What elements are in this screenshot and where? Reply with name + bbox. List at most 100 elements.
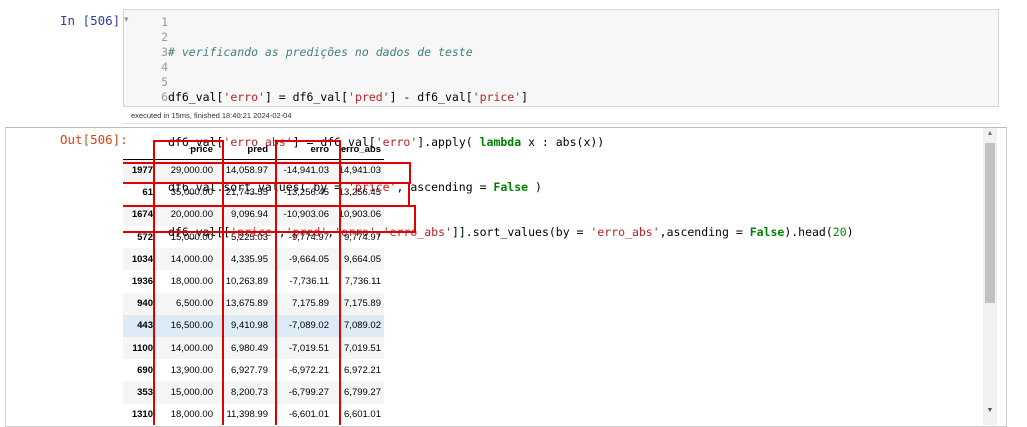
- cell-price: 18,000.00: [170, 276, 213, 288]
- cell-price: 14,000.00: [170, 342, 213, 354]
- cell-erro: -7,089.02: [288, 320, 329, 332]
- cell-price: 18,000.00: [170, 409, 213, 421]
- row-index: 690: [137, 364, 153, 376]
- table-row: 1977 29,000.00 14,058.97 -14,941.03 14,941.0…: [123, 159, 384, 182]
- code-string: 'erro': [223, 90, 265, 104]
- row-index: 61: [142, 187, 153, 199]
- output-scrollbar[interactable]: ▲ ▼: [983, 128, 997, 425]
- table-body: 1977 29,000.00 14,058.97 -14,941.03 14,941.0…: [123, 159, 384, 426]
- column-header-erro-abs: erro_abs: [332, 140, 384, 160]
- scroll-down-arrow-icon[interactable]: ▼: [983, 407, 997, 414]
- collapse-arrow-icon[interactable]: ▾: [124, 14, 129, 25]
- cell-pred: 11,398.99: [226, 409, 268, 421]
- cell-pred: 14,058.97: [225, 165, 268, 177]
- table-row: 443 16,500.00 9,410.98 -7,089.02 7,089.02: [123, 314, 384, 337]
- cell-erro: -14,941.03: [283, 165, 329, 177]
- column-header-price: price: [156, 140, 216, 160]
- execution-info: executed in 15ms, finished 18:40:21 2024…: [131, 111, 292, 120]
- cell-erro-abs: 6,799.27: [344, 386, 381, 398]
- row-index: 1100: [132, 342, 153, 354]
- cell-price: 14,000.00: [170, 253, 213, 265]
- table-row: 61 35,000.00 21,743.55 -13,256.45 13,256.45: [123, 182, 384, 204]
- cell-erro-abs: 7,736.11: [344, 276, 381, 288]
- cell-pred: 13,675.89: [225, 298, 268, 310]
- cell-erro: -6,972.21: [288, 364, 329, 376]
- cell-pred: 21,743.55: [225, 187, 268, 199]
- cell-price: 16,500.00: [170, 320, 213, 332]
- cell-erro-abs: 14,941.03: [338, 165, 381, 177]
- table-row: 690 13,900.00 6,927.79 -6,972.21 6,972.21: [123, 359, 384, 381]
- scrollbar-thumb[interactable]: [985, 143, 995, 303]
- row-index: 1310: [131, 409, 153, 421]
- line-number: 4: [161, 60, 168, 74]
- cell-erro-abs: 6,601.01: [344, 409, 381, 421]
- table-row: 940 6,500.00 13,675.89 7,175.89 7,175.89: [123, 292, 384, 315]
- code-token: ] = df6_val[: [264, 90, 349, 104]
- line-number: 2: [161, 30, 168, 44]
- cell-pred: 5,225.03: [231, 231, 268, 243]
- cell-erro: -6,799.27: [288, 386, 329, 398]
- input-prompt: In [506]:: [60, 13, 128, 28]
- table-row: 1034 14,000.00 4,335.95 -9,664.05 9,664.05: [123, 248, 384, 271]
- row-index: 1977: [131, 165, 153, 177]
- line-number: 3: [161, 45, 168, 59]
- cell-price: 35,000.00: [170, 187, 213, 199]
- code-comment: # verificando as predições no dados de t…: [168, 45, 473, 59]
- row-index: 572: [137, 231, 153, 243]
- cell-erro: 7,175.89: [292, 298, 329, 310]
- cell-erro-abs: 7,089.02: [344, 320, 381, 332]
- column-header-pred: pred: [216, 140, 271, 160]
- cell-erro: -6,601.01: [288, 409, 329, 421]
- cell-erro: -7,019.51: [288, 342, 329, 354]
- cell-erro: -9,774.97: [288, 231, 329, 243]
- cell-erro-abs: 9,664.05: [344, 253, 381, 265]
- cell-price: 29,000.00: [170, 165, 213, 177]
- output-area[interactable]: price pred erro erro_abs 1977 29,000.00 14…: [123, 128, 983, 425]
- table-row: 1100 14,000.00 6,980.49 -7,019.51 7,019.51: [123, 337, 384, 360]
- cell-erro: -7,736.11: [289, 276, 329, 288]
- code-editor[interactable]: 1 2 3 4 5 6 # verificando as predições n…: [123, 9, 999, 239]
- cell-pred: 6,980.49: [231, 342, 268, 354]
- line-number: 5: [161, 75, 168, 89]
- cell-erro-abs: 10,903.06: [338, 209, 381, 221]
- row-index: 940: [137, 298, 153, 310]
- cell-divider: [123, 123, 999, 124]
- cell-erro-abs: 7,019.51: [344, 342, 381, 354]
- table-row: 1310 18,000.00 11,398.99 -6,601.01 6,601.01: [123, 404, 384, 425]
- code-string: 'price': [472, 90, 522, 104]
- cell-erro: -10,903.06: [283, 209, 329, 221]
- cell-pred: 8,200.73: [231, 386, 268, 398]
- cell-erro-abs: 9,774.97: [344, 231, 381, 243]
- column-header-erro: erro: [271, 140, 332, 160]
- line-numbers: 1 2 3 4 5 6: [148, 15, 168, 105]
- code-token: ] - df6_val[: [389, 90, 473, 104]
- cell-price: 13,900.00: [170, 364, 213, 376]
- cell-pred: 9,096.94: [231, 209, 268, 221]
- cell-price: 6,500.00: [176, 298, 213, 310]
- cell-erro-abs: 6,972.21: [344, 364, 381, 376]
- cell-erro: -9,664.05: [288, 253, 329, 265]
- cell-erro: -13,256.45: [283, 187, 329, 199]
- cell-pred: 9,410.98: [231, 320, 268, 332]
- table-row: 353 15,000.00 8,200.73 -6,799.27 6,799.27: [123, 381, 384, 404]
- scroll-up-arrow-icon[interactable]: ▲: [983, 130, 997, 137]
- row-index: 443: [137, 320, 153, 332]
- cell-pred: 10,263.89: [225, 276, 268, 288]
- code-line-1: # verificando as predições no dados de t…: [168, 45, 854, 60]
- cell-pred: 6,927.79: [231, 364, 268, 376]
- cell-erro-abs: 7,175.89: [344, 298, 381, 310]
- output-prompt: Out[506]:: [60, 132, 128, 147]
- code-line-2: df6_val['erro'] = df6_val['pred'] - df6_…: [168, 90, 854, 105]
- index-header: [123, 140, 156, 160]
- cell-price: 20,000.00: [170, 209, 213, 221]
- table-row: 1674 20,000.00 9,096.94 -10,903.06 10,903.06: [123, 203, 384, 227]
- dataframe-table: price pred erro erro_abs 1977 29,000.00 14…: [123, 140, 384, 425]
- code-token: df6_val[: [168, 90, 224, 104]
- code-string: 'pred': [348, 90, 390, 104]
- cell-price: 15,000.00: [170, 386, 213, 398]
- cell-price: 15,000.00: [170, 231, 213, 243]
- row-index: 353: [137, 386, 153, 398]
- cell-pred: 4,335.95: [231, 253, 268, 265]
- code-token: ]: [521, 90, 529, 104]
- row-index: 1034: [131, 253, 153, 265]
